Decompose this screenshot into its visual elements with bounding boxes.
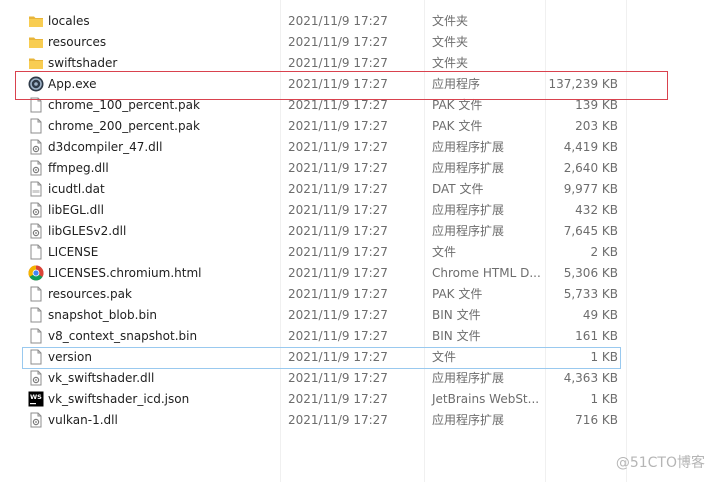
folder-icon [28, 13, 44, 29]
file-icon [28, 307, 44, 323]
file-name: snapshot_blob.bin [48, 308, 158, 322]
file-type: 应用程序扩展 [432, 161, 505, 175]
file-row[interactable]: LICENSE 2021/11/9 17:27 文件 2 KB [0, 242, 717, 263]
file-type: 应用程序扩展 [432, 371, 505, 385]
file-row[interactable]: snapshot_blob.bin 2021/11/9 17:27 BIN 文件 49… [0, 305, 717, 326]
file-row[interactable]: resources 2021/11/9 17:27 文件夹 [0, 32, 717, 53]
file-row[interactable]: locales 2021/11/9 17:27 文件夹 [0, 11, 717, 32]
folder-icon [28, 55, 44, 71]
file-size: 2 KB [590, 245, 618, 259]
file-type: 应用程序扩展 [432, 203, 505, 217]
file-name: vulkan-1.dll [48, 413, 118, 427]
file-type: 文件夹 [432, 14, 469, 28]
file-type: 文件 [432, 245, 457, 259]
file-name: vk_swiftshader.dll [48, 371, 155, 385]
file-type: PAK 文件 [432, 119, 483, 133]
file-row[interactable]: LICENSES.chromium.html 2021/11/9 17:27 Chr… [0, 263, 717, 284]
file-icon [28, 244, 44, 260]
focused-row-outline [22, 347, 621, 369]
file-date-modified: 2021/11/9 17:27 [288, 266, 388, 280]
file-icon [28, 286, 44, 302]
file-size: 5,306 KB [563, 266, 618, 280]
file-name: icudtl.dat [48, 182, 105, 196]
chrome-icon [28, 265, 44, 281]
file-name: chrome_200_percent.pak [48, 119, 200, 133]
file-row[interactable]: ffmpeg.dll 2021/11/9 17:27 应用程序扩展 2,640 KB [0, 158, 717, 179]
file-type: BIN 文件 [432, 308, 481, 322]
file-name: libGLESv2.dll [48, 224, 127, 238]
file-type: 应用程序扩展 [432, 413, 505, 427]
file-size: 5,733 KB [563, 287, 618, 301]
file-type: DAT 文件 [432, 182, 484, 196]
dll-icon [28, 223, 44, 239]
file-row[interactable]: libGLESv2.dll 2021/11/9 17:27 应用程序扩展 7,645 … [0, 221, 717, 242]
file-name: resources [48, 35, 107, 49]
file-row[interactable]: resources.pak 2021/11/9 17:27 PAK 文件 5,733 … [0, 284, 717, 305]
webstorm-icon: WS [28, 391, 44, 407]
file-name: d3dcompiler_47.dll [48, 140, 163, 154]
file-date-modified: 2021/11/9 17:27 [288, 224, 388, 238]
file-date-modified: 2021/11/9 17:27 [288, 182, 388, 196]
dll-icon [28, 160, 44, 176]
dll-icon [28, 412, 44, 428]
file-size: 9,977 KB [563, 182, 618, 196]
file-icon [28, 118, 44, 134]
file-date-modified: 2021/11/9 17:27 [288, 140, 388, 154]
file-type: 应用程序扩展 [432, 140, 505, 154]
file-size: 716 KB [575, 413, 618, 427]
file-type: JetBrains WebSt... [432, 392, 540, 406]
file-date-modified: 2021/11/9 17:27 [288, 287, 388, 301]
watermark: @51CTO博客 [615, 455, 705, 471]
file-row[interactable]: WS vk_swiftshader_icd.json 2021/11/9 17:27… [0, 389, 717, 410]
file-date-modified: 2021/11/9 17:27 [288, 308, 388, 322]
file-name: v8_context_snapshot.bin [48, 329, 198, 343]
dll-icon [28, 139, 44, 155]
highlight-annotation-box [15, 71, 668, 100]
file-name: locales [48, 14, 90, 28]
file-size: 161 KB [575, 329, 618, 343]
file-name: resources.pak [48, 287, 132, 301]
file-date-modified: 2021/11/9 17:27 [288, 413, 388, 427]
file-date-modified: 2021/11/9 17:27 [288, 392, 388, 406]
file-row[interactable]: libEGL.dll 2021/11/9 17:27 应用程序扩展 432 KB [0, 200, 717, 221]
dll-icon [28, 370, 44, 386]
file-date-modified: 2021/11/9 17:27 [288, 245, 388, 259]
file-size: 4,363 KB [563, 371, 618, 385]
file-name: libEGL.dll [48, 203, 104, 217]
file-date-modified: 2021/11/9 17:27 [288, 371, 388, 385]
file-size: 4,419 KB [563, 140, 618, 154]
file-name: ffmpeg.dll [48, 161, 109, 175]
file-type: BIN 文件 [432, 329, 481, 343]
file-date-modified: 2021/11/9 17:27 [288, 329, 388, 343]
file-date-modified: 2021/11/9 17:27 [288, 161, 388, 175]
file-row[interactable]: vulkan-1.dll 2021/11/9 17:27 应用程序扩展 716 KB [0, 410, 717, 431]
file-row[interactable]: chrome_200_percent.pak 2021/11/9 17:27 PAK… [0, 116, 717, 137]
dll-icon [28, 202, 44, 218]
file-size: 2,640 KB [563, 161, 618, 175]
file-type: 应用程序扩展 [432, 224, 505, 238]
file-name: LICENSE [48, 245, 99, 259]
file-date-modified: 2021/11/9 17:27 [288, 14, 388, 28]
file-type: Chrome HTML D... [432, 266, 541, 280]
file-size: 203 KB [575, 119, 618, 133]
folder-icon [28, 34, 44, 50]
file-name: LICENSES.chromium.html [48, 266, 202, 280]
file-row[interactable]: d3dcompiler_47.dll 2021/11/9 17:27 应用程序扩展 4… [0, 137, 717, 158]
file-row[interactable]: v8_context_snapshot.bin 2021/11/9 17:27 BI… [0, 326, 717, 347]
file-name: vk_swiftshader_icd.json [48, 392, 190, 406]
dat-file-icon [28, 181, 44, 197]
file-date-modified: 2021/11/9 17:27 [288, 35, 388, 49]
file-row[interactable]: icudtl.dat 2021/11/9 17:27 DAT 文件 9,977 KB [0, 179, 717, 200]
file-date-modified: 2021/11/9 17:27 [288, 119, 388, 133]
file-row[interactable]: vk_swiftshader.dll 2021/11/9 17:27 应用程序扩展 4… [0, 368, 717, 389]
file-type: 文件夹 [432, 35, 469, 49]
file-size: 7,645 KB [563, 224, 618, 238]
file-size: 1 KB [590, 392, 618, 406]
file-date-modified: 2021/11/9 17:27 [288, 203, 388, 217]
svg-text:WS: WS [30, 393, 42, 401]
file-size: 432 KB [575, 203, 618, 217]
file-icon [28, 328, 44, 344]
file-type: PAK 文件 [432, 287, 483, 301]
file-size: 49 KB [582, 308, 618, 322]
